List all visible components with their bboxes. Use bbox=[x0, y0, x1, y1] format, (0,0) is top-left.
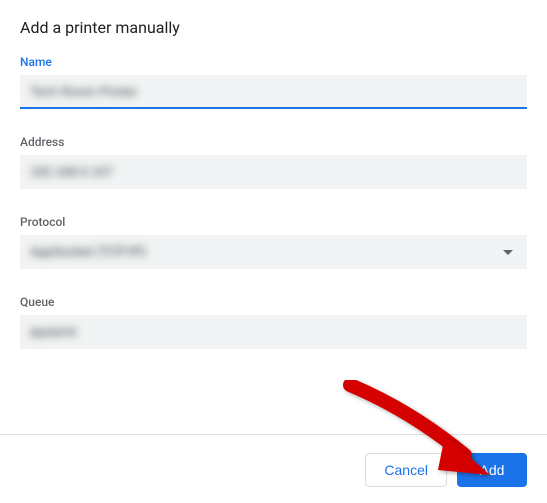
queue-label: Queue bbox=[20, 295, 527, 309]
dialog-footer: Cancel Add bbox=[365, 453, 527, 487]
name-input[interactable] bbox=[30, 84, 517, 99]
name-label: Name bbox=[20, 55, 527, 69]
address-input[interactable] bbox=[30, 164, 517, 179]
add-button[interactable]: Add bbox=[457, 453, 527, 487]
protocol-label: Protocol bbox=[20, 215, 527, 229]
dialog-title: Add a printer manually bbox=[20, 18, 527, 37]
cancel-button[interactable]: Cancel bbox=[365, 453, 447, 487]
queue-input-wrap[interactable] bbox=[20, 315, 527, 349]
queue-input[interactable] bbox=[30, 324, 517, 339]
name-field-group: Name bbox=[20, 55, 527, 109]
address-label: Address bbox=[20, 135, 527, 149]
protocol-select[interactable]: AppSocket (TCP/IP) bbox=[20, 235, 527, 269]
queue-field-group: Queue bbox=[20, 295, 527, 349]
name-input-wrap[interactable] bbox=[20, 75, 527, 109]
protocol-field-group: Protocol AppSocket (TCP/IP) bbox=[20, 215, 527, 269]
footer-divider bbox=[0, 434, 547, 435]
address-input-wrap[interactable] bbox=[20, 155, 527, 189]
add-printer-dialog: Add a printer manually Name Address Prot… bbox=[0, 0, 547, 349]
address-field-group: Address bbox=[20, 135, 527, 189]
chevron-down-icon bbox=[503, 250, 513, 255]
protocol-value: AppSocket (TCP/IP) bbox=[30, 245, 503, 260]
